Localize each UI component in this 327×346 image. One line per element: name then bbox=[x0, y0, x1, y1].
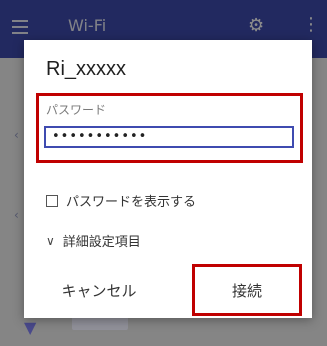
show-password-checkbox[interactable] bbox=[46, 194, 58, 207]
network-name-blurred bbox=[72, 316, 128, 330]
wifi-password-dialog: Ri_xxxxx パスワード ••••••••••• パスワードを表示する ∨ … bbox=[24, 40, 312, 318]
show-password-label: パスワードを表示する bbox=[66, 195, 197, 210]
password-label: パスワード bbox=[46, 103, 107, 117]
dialog-title: Ri_xxxxx bbox=[46, 58, 127, 80]
show-password-row[interactable]: パスワードを表示する bbox=[46, 191, 196, 210]
chevron-down-icon: ∨ bbox=[46, 233, 55, 248]
wifi-icon: ▼ bbox=[24, 318, 37, 337]
advanced-options-label: 詳細設定項目 bbox=[62, 235, 141, 250]
advanced-options-row[interactable]: ∨ 詳細設定項目 bbox=[46, 231, 141, 251]
connect-button[interactable]: 接続 bbox=[192, 264, 302, 316]
cancel-button[interactable]: キャンセル bbox=[24, 262, 174, 318]
password-input[interactable]: ••••••••••• bbox=[44, 126, 294, 148]
